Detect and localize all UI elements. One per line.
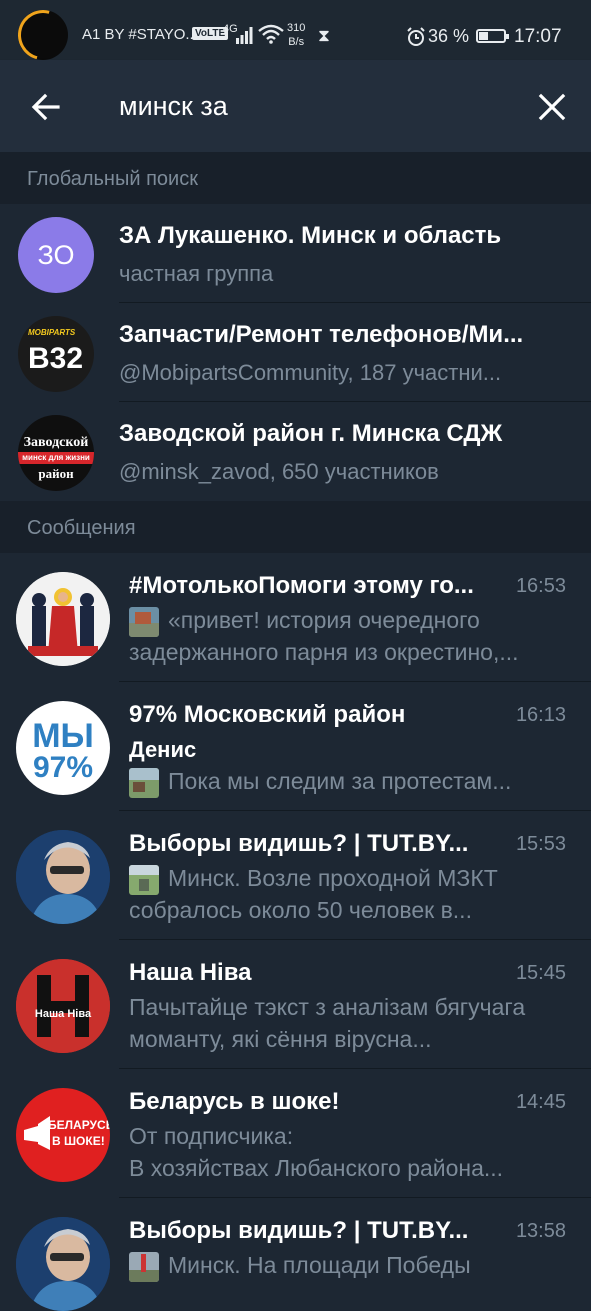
message-item[interactable]: Выборы видишь? | TUT.BY... 15:53 Минск. …	[0, 811, 591, 939]
avatar-logo	[16, 959, 110, 1053]
avatar: БЕЛАРУСЬ В ШОКЕ!	[16, 1088, 110, 1182]
message-time: 13:58	[515, 1220, 566, 1242]
result-subtitle: @MobipartsCommunity, 187 участни...	[119, 360, 502, 385]
battery-percent: 36 %	[428, 26, 470, 46]
message-time: 15:45	[515, 962, 566, 984]
message-time: 14:45	[515, 1091, 566, 1113]
message-item[interactable]: БЕЛАРУСЬ В ШОКЕ! Беларусь в шоке! 14:45 …	[0, 1069, 591, 1197]
message-time: 16:53	[515, 575, 566, 597]
global-result-item[interactable]: ЗО ЗА Лукашенко. Минск и область частная…	[0, 204, 591, 303]
clock: 17:07	[514, 26, 562, 47]
message-preview-line1: «привет! история очередного	[168, 607, 480, 633]
message-item[interactable]: МЫ 97% 97% Московский район 16:13 Денис …	[0, 682, 591, 810]
search-input[interactable]	[119, 86, 509, 126]
avatar-text: БЕЛАРУСЬ	[48, 1118, 110, 1132]
chat-title: Выборы видишь? | TUT.BY...	[129, 1217, 469, 1244]
message-preview-line2: задержанного парня из окрестино,...	[129, 639, 519, 665]
avatar-text-2: В ШОКЕ!	[52, 1134, 105, 1148]
net-speed: 310 B/s	[287, 22, 306, 48]
avatar-brand-text: MOBIPARTS	[28, 328, 76, 337]
avatar-text-2: район	[38, 466, 74, 481]
avatar: ЗО	[18, 217, 94, 293]
message-preview-line1: Минск. Возле проходной МЗКТ	[168, 865, 498, 891]
avatar-illustration	[16, 572, 110, 666]
message-preview-line2: собралось около 50 человек в...	[129, 897, 472, 923]
result-subtitle: @minsk_zavod, 650 участников	[119, 459, 439, 484]
avatar-photo	[16, 1217, 110, 1311]
media-thumbnail	[129, 768, 159, 798]
message-time: 15:53	[515, 833, 566, 855]
result-title: Заводской район г. Минска СДЖ	[119, 420, 503, 447]
message-item[interactable]: Наша Ніва Наша Ніва 15:45 Пачытайце тэкс…	[0, 940, 591, 1068]
message-sender: Денис	[129, 737, 197, 762]
wifi-icon	[258, 24, 284, 44]
chat-title: Выборы видишь? | TUT.BY...	[129, 830, 469, 857]
signal-icon	[236, 27, 253, 44]
avatar-text: B32	[28, 342, 84, 375]
avatar-text-2: 97%	[32, 751, 94, 784]
message-preview-line1: Минск. На площади Победы	[168, 1252, 471, 1278]
result-subtitle: частная группа	[119, 261, 274, 286]
media-thumbnail	[129, 607, 159, 637]
result-title: ЗА Лукашенко. Минск и область	[119, 222, 502, 249]
section-header-messages: Сообщения	[0, 501, 591, 553]
arrow-left-icon[interactable]	[28, 89, 64, 125]
message-item[interactable]: Выборы видишь? | TUT.BY... 13:58 Минск. …	[0, 1198, 591, 1311]
message-preview-line1: Пока мы следим за протестам...	[168, 768, 512, 794]
battery-icon	[476, 29, 509, 43]
result-title: Запчасти/Ремонт телефонов/Ми...	[119, 321, 524, 348]
chat-title: #МотолькоПомоги этому го...	[129, 572, 474, 599]
message-preview-line1: От подписчика:	[129, 1123, 294, 1149]
avatar: MOBIPARTS B32	[18, 316, 94, 392]
media-thumbnail	[129, 865, 159, 895]
avatar	[16, 1217, 110, 1311]
global-result-item[interactable]: Заводской минск для жизни район Заводско…	[0, 402, 591, 501]
message-preview-line2: В хозяйствах Любанского района...	[129, 1155, 504, 1181]
chat-title: Наша Ніва	[129, 959, 252, 986]
message-preview-line2: моманту, які сёння вірусна...	[129, 1026, 432, 1052]
avatar	[16, 572, 110, 666]
message-item[interactable]: #МотолькоПомоги этому го... 16:53 «приве…	[0, 553, 591, 681]
avatar-text: Заводской	[23, 435, 89, 450]
message-time: 16:13	[515, 704, 566, 726]
search-header	[0, 60, 591, 152]
avatar: Наша Ніва	[16, 959, 110, 1053]
hourglass-icon: ⧗	[318, 26, 330, 45]
alarm-icon	[407, 27, 425, 46]
media-thumbnail	[129, 1252, 159, 1282]
section-header-global: Глобальный поиск	[0, 152, 591, 204]
carrier-label: A1 BY #STAYO...	[82, 26, 198, 43]
avatar-text: Наша Ніва	[34, 1008, 92, 1020]
profile-avatar	[8, 0, 78, 70]
avatar-band-text: минск для жизни	[18, 452, 94, 464]
close-icon[interactable]	[534, 89, 570, 125]
message-preview-line1: Пачытайце тэкст з аналізам бягучага	[129, 994, 526, 1020]
avatar: МЫ 97%	[16, 701, 110, 795]
chat-title: Беларусь в шоке!	[129, 1088, 340, 1115]
avatar-photo	[16, 830, 110, 924]
avatar	[16, 830, 110, 924]
avatar-initials: ЗО	[37, 239, 75, 270]
global-result-item[interactable]: MOBIPARTS B32 Запчасти/Ремонт телефонов/…	[0, 303, 591, 402]
chat-title: 97% Московский район	[129, 701, 406, 728]
avatar: Заводской минск для жизни район	[18, 415, 94, 491]
